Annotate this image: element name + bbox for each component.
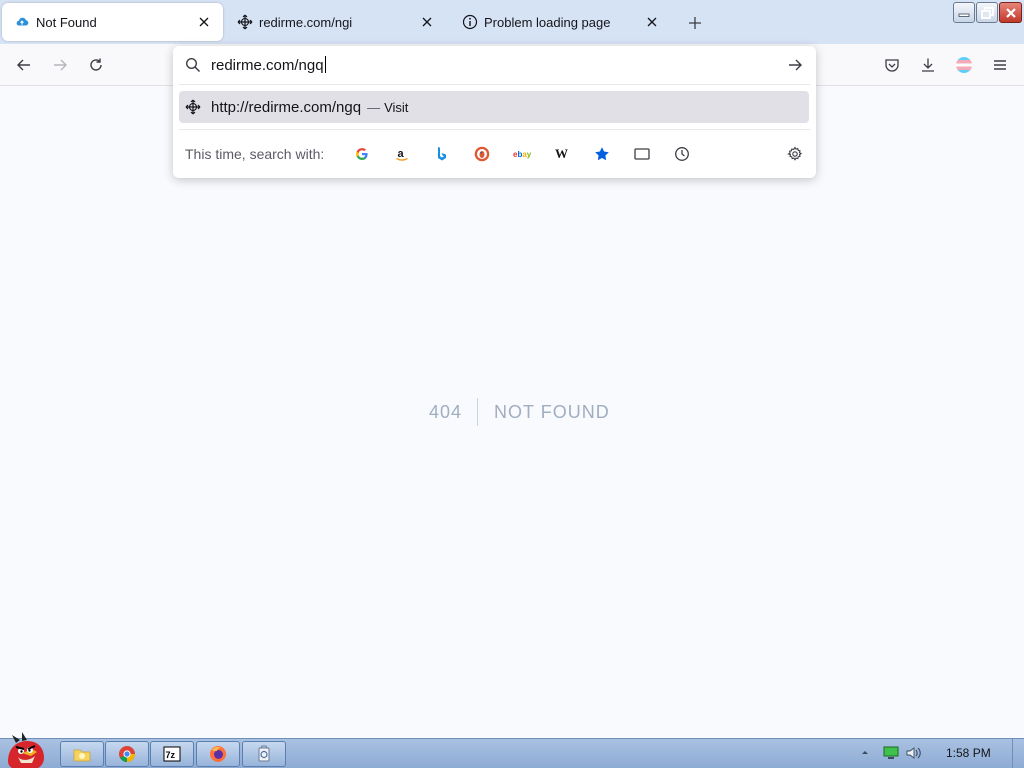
error-message: NOT FOUND xyxy=(494,401,610,422)
tab-title: Not Found xyxy=(36,14,97,30)
text-caret xyxy=(324,56,326,73)
close-tab-icon[interactable] xyxy=(643,13,661,31)
close-tab-icon[interactable] xyxy=(195,13,213,31)
network-icon[interactable] xyxy=(882,745,900,761)
error-code: 404 xyxy=(429,398,479,426)
taskbar: 7z 1:58 PM xyxy=(0,732,1024,768)
svg-text:W: W xyxy=(555,147,568,161)
go-arrow-button[interactable] xyxy=(785,55,805,75)
urlbar-dropdown: redirme.com/ngq http://redirme.com/ngq —… xyxy=(173,46,816,178)
url-input-value: redirme.com/ngq xyxy=(211,57,324,74)
info-icon xyxy=(462,14,478,30)
svg-text:ebay: ebay xyxy=(513,150,531,159)
taskbar-explorer-button[interactable] xyxy=(60,741,104,767)
divider xyxy=(179,84,810,85)
svg-text:a: a xyxy=(398,148,405,160)
not-found-message: 404 NOT FOUND xyxy=(429,398,610,426)
window-controls xyxy=(953,2,1022,23)
urlbar: redirme.com/ngq xyxy=(173,46,816,84)
account-avatar[interactable] xyxy=(952,53,976,77)
search-settings-gear-icon[interactable] xyxy=(785,144,805,164)
url-suggestion-row[interactable]: http://redirme.com/ngq — Visit xyxy=(179,91,809,123)
close-tab-icon[interactable] xyxy=(418,13,436,31)
tab-title: Problem loading page xyxy=(484,14,611,30)
google-icon[interactable] xyxy=(352,144,372,164)
minimize-button[interactable] xyxy=(953,2,975,23)
bookmarks-star-icon[interactable] xyxy=(592,144,612,164)
divider xyxy=(179,129,810,130)
url-input[interactable]: redirme.com/ngq xyxy=(211,56,326,74)
taskbar-7zip-button[interactable]: 7z xyxy=(150,741,194,767)
tab-not-found[interactable]: Not Found xyxy=(2,3,223,41)
forward-button[interactable] xyxy=(48,53,72,77)
history-icon[interactable] xyxy=(672,144,692,164)
suggestion-separator: — xyxy=(367,99,381,115)
svg-text:7z: 7z xyxy=(166,750,176,760)
taskbar-chrome-button[interactable] xyxy=(105,741,149,767)
tab-strip: Not Found redirme.com/ngi Problem loadin… xyxy=(0,0,1024,44)
duckduckgo-icon[interactable] xyxy=(472,144,492,164)
start-button[interactable] xyxy=(2,731,52,768)
pocket-icon[interactable] xyxy=(880,53,904,77)
bing-icon[interactable] xyxy=(432,144,452,164)
tray-expand-icon[interactable] xyxy=(860,747,870,757)
suggestion-action: Visit xyxy=(384,99,409,115)
amazon-icon[interactable]: a xyxy=(392,144,412,164)
taskbar-app-button[interactable] xyxy=(242,741,286,767)
search-with-label: This time, search with: xyxy=(185,146,325,162)
search-icon xyxy=(185,57,201,73)
tabs-icon[interactable] xyxy=(632,144,652,164)
cloud-icon xyxy=(14,14,30,30)
close-window-button[interactable] xyxy=(999,2,1022,23)
tab-redirme-ngi[interactable]: redirme.com/ngi xyxy=(225,3,446,41)
show-desktop-button[interactable] xyxy=(1012,739,1024,768)
move-icon xyxy=(237,14,253,30)
suggestion-url: http://redirme.com/ngq xyxy=(211,98,362,116)
taskbar-clock[interactable]: 1:58 PM xyxy=(946,746,991,760)
taskbar-firefox-button[interactable] xyxy=(196,741,240,767)
downloads-icon[interactable] xyxy=(916,53,940,77)
menu-icon[interactable] xyxy=(988,53,1012,77)
move-icon xyxy=(185,99,201,115)
tab-problem-loading[interactable]: Problem loading page xyxy=(450,3,671,41)
reload-button[interactable] xyxy=(84,53,108,77)
wikipedia-icon[interactable]: W xyxy=(552,144,572,164)
back-button[interactable] xyxy=(12,53,36,77)
new-tab-button[interactable] xyxy=(684,12,706,34)
volume-icon[interactable] xyxy=(905,745,923,761)
ebay-icon[interactable]: ebay xyxy=(512,144,532,164)
tab-title: redirme.com/ngi xyxy=(259,14,353,30)
restore-button[interactable] xyxy=(976,2,998,23)
